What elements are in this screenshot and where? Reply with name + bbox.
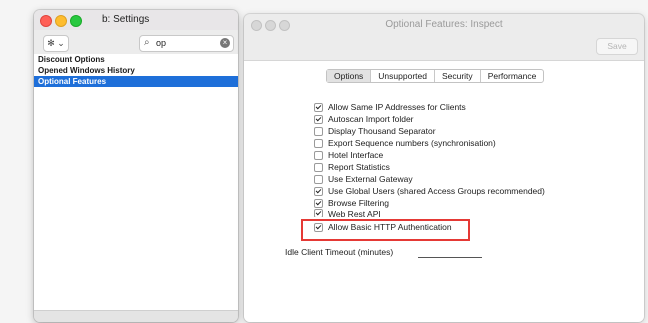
highlight-annotation (301, 219, 470, 241)
checkbox[interactable] (314, 126, 323, 136)
inspect-window: Optional Features: Inspect Save Options … (244, 14, 644, 322)
option-label: Autoscan Import folder (328, 114, 414, 124)
zoom-window-button[interactable] (70, 15, 82, 27)
option-display-thousand-separator[interactable]: Display Thousand Separator (314, 125, 545, 137)
settings-list: Discount Options Opened Windows History … (34, 54, 238, 311)
option-autoscan-import[interactable]: Autoscan Import folder (314, 113, 545, 125)
option-allow-same-ip[interactable]: Allow Same IP Addresses for Clients (314, 101, 545, 113)
inspect-window-title: Optional Features: Inspect (385, 19, 503, 30)
checkbox[interactable] (314, 209, 323, 217)
list-item-opened-windows-history[interactable]: Opened Windows History (34, 65, 238, 76)
option-report-statistics[interactable]: Report Statistics (314, 161, 545, 173)
option-label: Web Rest API (328, 209, 381, 217)
search-input[interactable]: op (156, 38, 166, 48)
gear-menu-button[interactable]: ✻ ⌄ (43, 35, 69, 52)
checkbox[interactable] (314, 174, 323, 184)
option-hotel-interface[interactable]: Hotel Interface (314, 149, 545, 161)
option-use-global-users[interactable]: Use Global Users (shared Access Groups r… (314, 185, 545, 197)
checkbox[interactable] (314, 150, 323, 160)
tab-bar: Options Unsupported Security Performance (326, 69, 545, 83)
tab-unsupported[interactable]: Unsupported (371, 70, 435, 82)
minimize-window-button[interactable] (55, 15, 67, 27)
option-label: Hotel Interface (328, 150, 384, 160)
clear-search-icon[interactable]: × (220, 38, 230, 48)
option-label: Use External Gateway (328, 174, 413, 184)
idle-timeout-input[interactable] (418, 257, 482, 258)
checkbox[interactable] (314, 102, 323, 112)
option-label: Allow Same IP Addresses for Clients (328, 102, 466, 112)
checkbox[interactable] (314, 114, 323, 124)
settings-titlebar: b: Settings (34, 10, 238, 30)
options-checklist: Allow Same IP Addresses for Clients Auto… (314, 101, 545, 233)
option-label: Use Global Users (shared Access Groups r… (328, 186, 545, 196)
list-item-optional-features[interactable]: Optional Features (34, 76, 238, 87)
checkbox[interactable] (314, 138, 323, 148)
close-window-button[interactable] (40, 15, 52, 27)
option-label: Export Sequence numbers (synchronisation… (328, 138, 496, 148)
option-export-sequence-numbers[interactable]: Export Sequence numbers (synchronisation… (314, 137, 545, 149)
settings-window-title: b: Settings (102, 14, 150, 25)
tab-security[interactable]: Security (435, 70, 481, 82)
tab-performance[interactable]: Performance (481, 70, 544, 82)
option-use-external-gateway[interactable]: Use External Gateway (314, 173, 545, 185)
inspect-titlebar: Optional Features: Inspect (244, 14, 644, 34)
option-label: Report Statistics (328, 162, 390, 172)
option-label: Display Thousand Separator (328, 126, 436, 136)
inspect-content: Options Unsupported Security Performance… (244, 60, 644, 322)
checkbox[interactable] (314, 186, 323, 196)
idle-timeout-label: Idle Client Timeout (minutes) (285, 247, 394, 257)
settings-footer (34, 310, 238, 322)
list-item-discount-options[interactable]: Discount Options (34, 54, 238, 65)
search-icon: ⌕ (144, 37, 150, 48)
checkbox[interactable] (314, 162, 323, 172)
settings-window: b: Settings ✻ ⌄ ⌕ op × Discount Options … (34, 10, 238, 322)
tab-options[interactable]: Options (327, 70, 372, 82)
option-label: Browse Filtering (328, 198, 389, 208)
search-field[interactable]: ⌕ op × (139, 35, 234, 52)
checkbox[interactable] (314, 198, 323, 208)
option-web-rest-api[interactable]: Web Rest API (314, 209, 545, 217)
option-browse-filtering[interactable]: Browse Filtering (314, 197, 545, 209)
save-button[interactable]: Save (596, 38, 638, 55)
